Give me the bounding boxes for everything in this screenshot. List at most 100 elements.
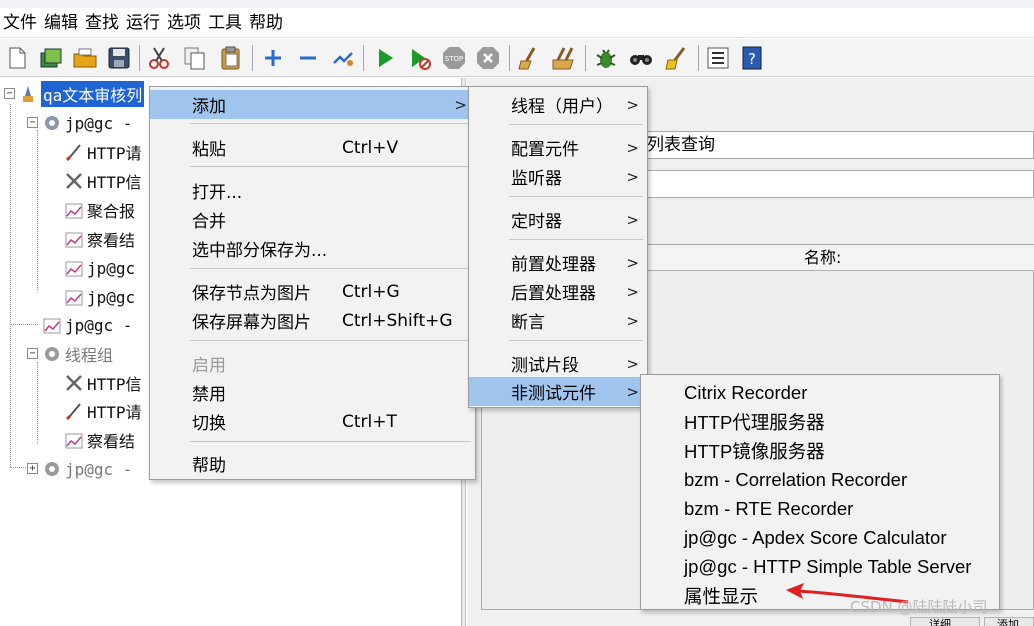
tree-node[interactable]: jp@gc bbox=[64, 285, 135, 309]
expand-toggle[interactable]: + bbox=[27, 463, 38, 474]
tree-node-label: 聚合报 bbox=[87, 202, 136, 221]
stop-icon[interactable]: STOP bbox=[441, 45, 467, 71]
expand-icon[interactable] bbox=[260, 45, 286, 71]
submenu-item-http-simple-table-server[interactable]: jp@gc - HTTP Simple Table Server bbox=[641, 552, 999, 581]
menu-separator bbox=[509, 196, 643, 197]
tree-node-root[interactable]: qa文本审核列 bbox=[18, 81, 145, 107]
menu-item-toggle[interactable]: 切换 Ctrl+T bbox=[150, 407, 475, 436]
tree-node[interactable]: 察看结 bbox=[64, 227, 135, 251]
graph-icon bbox=[65, 203, 83, 219]
detail-button[interactable]: 详细 bbox=[910, 617, 980, 626]
collapse-toggle[interactable]: − bbox=[27, 117, 38, 128]
comment-field[interactable] bbox=[640, 170, 1034, 198]
submenu-item-listener[interactable]: 监听器 > bbox=[469, 162, 647, 191]
collapse-icon[interactable] bbox=[295, 45, 321, 71]
submenu-item-config-element[interactable]: 配置元件 > bbox=[469, 133, 647, 162]
function-helper-icon[interactable] bbox=[664, 45, 690, 71]
menu-item-label: 启用 bbox=[192, 356, 226, 376]
menu-item-paste[interactable]: 粘贴 Ctrl+V bbox=[150, 133, 475, 162]
submenu-item-citrix-recorder[interactable]: Citrix Recorder bbox=[641, 378, 999, 407]
tree-node[interactable]: jp@gc - bbox=[42, 111, 132, 135]
svg-text:STOP: STOP bbox=[445, 55, 463, 63]
reset-search-icon[interactable] bbox=[628, 45, 654, 71]
start-no-pause-icon[interactable] bbox=[406, 45, 432, 71]
tree-node[interactable]: 线程组 bbox=[42, 342, 113, 366]
copy-icon[interactable] bbox=[182, 45, 208, 71]
tree-node[interactable]: HTTP信 bbox=[64, 371, 142, 395]
menu-item-label: 选中部分保存为... bbox=[192, 241, 328, 261]
menu-options[interactable]: 选项 bbox=[164, 8, 205, 38]
submenu-item-timer[interactable]: 定时器 > bbox=[469, 205, 647, 234]
menu-item-label: HTTP镜像服务器 bbox=[684, 440, 825, 462]
open-icon[interactable] bbox=[72, 45, 98, 71]
watermark: CSDN @陆陆陆小司 bbox=[850, 598, 988, 616]
menu-search[interactable]: 查找 bbox=[82, 8, 123, 38]
submenu-item-bzm-correlation-recorder[interactable]: bzm - Correlation Recorder bbox=[641, 465, 999, 494]
help-icon[interactable]: ? bbox=[740, 45, 766, 71]
tree-node[interactable]: 察看结 bbox=[64, 428, 135, 452]
search-icon[interactable] bbox=[593, 45, 619, 71]
submenu-item-apdex-score-calculator[interactable]: jp@gc - Apdex Score Calculator bbox=[641, 523, 999, 552]
menu-item-label: 属性显示 bbox=[684, 585, 759, 607]
menu-item-open[interactable]: 打开... bbox=[150, 176, 475, 205]
menu-tools[interactable]: 工具 bbox=[205, 8, 246, 38]
toolbar-separator bbox=[252, 45, 253, 71]
menu-item-save-node-image[interactable]: 保存节点为图片 Ctrl+G bbox=[150, 277, 475, 306]
menu-file[interactable]: 文件 bbox=[0, 8, 41, 38]
menu-item-label: 打开... bbox=[192, 183, 243, 203]
toolbar: STOP ? bbox=[0, 39, 1034, 77]
toolbar-separator bbox=[585, 45, 586, 71]
menu-item-disable[interactable]: 禁用 bbox=[150, 378, 475, 407]
cut-icon[interactable] bbox=[146, 45, 172, 71]
tree-node[interactable]: HTTP请 bbox=[64, 140, 142, 164]
tree-node-label: 线程组 bbox=[65, 346, 114, 365]
shutdown-icon[interactable] bbox=[475, 45, 501, 71]
menu-help[interactable]: 帮助 bbox=[246, 8, 287, 38]
templates-icon[interactable] bbox=[38, 45, 64, 71]
save-icon[interactable] bbox=[106, 45, 132, 71]
menu-item-merge[interactable]: 合并 bbox=[150, 205, 475, 234]
tree-node[interactable]: jp@gc - bbox=[42, 313, 132, 337]
column-name-label: 名称: bbox=[804, 248, 842, 267]
collapse-toggle[interactable]: − bbox=[27, 348, 38, 359]
add-button[interactable]: 添加 bbox=[984, 617, 1034, 626]
menu-item-add[interactable]: 添加 > bbox=[150, 90, 475, 119]
submenu-item-non-test-elements[interactable]: 非测试元件 > bbox=[469, 377, 647, 406]
toolbar-separator bbox=[139, 45, 140, 71]
menu-item-save-selection-as[interactable]: 选中部分保存为... bbox=[150, 234, 475, 263]
submenu-item-assertion[interactable]: 断言 > bbox=[469, 306, 647, 335]
toggle-icon[interactable] bbox=[330, 45, 356, 71]
menu-item-help[interactable]: 帮助 bbox=[150, 449, 475, 478]
tree-node[interactable]: jp@gc bbox=[64, 256, 135, 280]
tree-node[interactable]: 聚合报 bbox=[64, 198, 135, 222]
submenu-item-threads[interactable]: 线程（用户） > bbox=[469, 90, 647, 119]
start-icon[interactable] bbox=[372, 45, 398, 71]
add-submenu: 线程（用户） > 配置元件 > 监听器 > 定时器 > 前置处理器 > 后置处理… bbox=[468, 86, 648, 408]
submenu-item-post-processor[interactable]: 后置处理器 > bbox=[469, 277, 647, 306]
tree-node[interactable]: HTTP信 bbox=[64, 169, 142, 193]
menu-edit[interactable]: 编辑 bbox=[41, 8, 82, 38]
graph-icon bbox=[65, 433, 83, 449]
list-icon[interactable] bbox=[705, 45, 731, 71]
clear-all-icon[interactable] bbox=[550, 45, 576, 71]
submenu-item-bzm-rte-recorder[interactable]: bzm - RTE Recorder bbox=[641, 494, 999, 523]
clear-icon[interactable] bbox=[516, 45, 542, 71]
tree-node[interactable]: jp@gc - bbox=[42, 457, 132, 481]
detail-button-label: 详细 bbox=[929, 618, 951, 626]
collapse-toggle[interactable]: − bbox=[4, 88, 15, 99]
menu-item-shortcut: Ctrl+V bbox=[342, 137, 399, 158]
menu-item-save-screen-image[interactable]: 保存屏幕为图片 Ctrl+Shift+G bbox=[150, 306, 475, 335]
tree-node[interactable]: HTTP请 bbox=[64, 399, 142, 423]
menu-item-label: 帮助 bbox=[192, 456, 226, 476]
submenu-item-http-proxy-server[interactable]: HTTP代理服务器 bbox=[641, 407, 999, 436]
submenu-item-http-mirror-server[interactable]: HTTP镜像服务器 bbox=[641, 436, 999, 465]
tree-node-label: jp@gc - bbox=[65, 459, 133, 479]
new-file-icon[interactable] bbox=[4, 45, 30, 71]
submenu-item-pre-processor[interactable]: 前置处理器 > bbox=[469, 248, 647, 277]
name-field[interactable]: 列表查询 bbox=[640, 131, 1034, 159]
menu-separator bbox=[190, 166, 471, 167]
menu-run[interactable]: 运行 bbox=[123, 8, 164, 38]
menu-separator bbox=[190, 268, 471, 269]
submenu-item-test-fragment[interactable]: 测试片段 > bbox=[469, 349, 647, 378]
paste-icon[interactable] bbox=[218, 45, 244, 71]
